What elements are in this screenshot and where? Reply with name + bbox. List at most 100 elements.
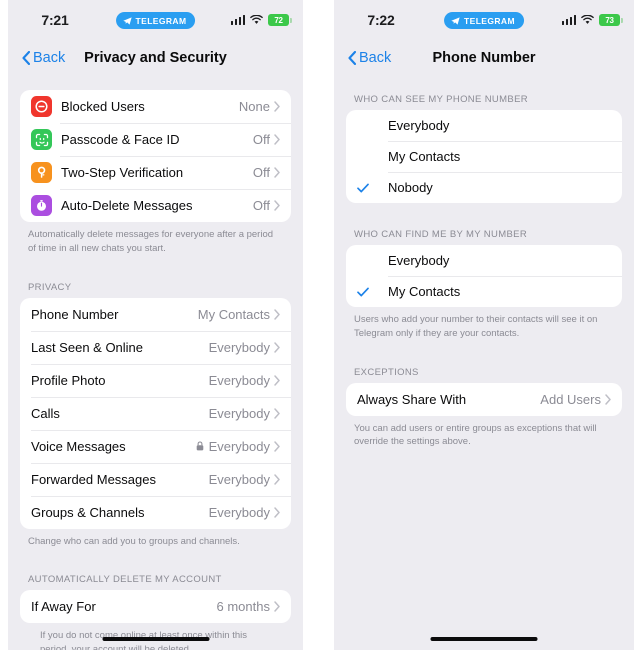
row-label: Groups & Channels (31, 504, 145, 520)
option-label: My Contacts (388, 284, 461, 299)
timer-icon (31, 195, 52, 216)
row-if-away-for[interactable]: If Away For 6 months (20, 590, 291, 623)
chevron-right-icon (605, 393, 611, 405)
screen-phone-number: 7:22 TELEGRAM 73 Back Phone Number WHO C… (334, 0, 634, 650)
row-value: Everybody (208, 504, 270, 520)
chevron-left-icon (348, 51, 356, 65)
paper-plane-icon (451, 16, 460, 25)
row-value: Everybody (208, 339, 270, 355)
telegram-badge-label: TELEGRAM (464, 15, 515, 26)
dual-screenshot-container: 7:21 TELEGRAM 72 Back Privacy and Securi… (0, 0, 642, 658)
option-see-everybody[interactable]: Everybody (346, 110, 622, 141)
option-find-my-contacts[interactable]: My Contacts (346, 276, 622, 307)
back-button-label: Back (33, 50, 66, 66)
battery-level-label: 72 (274, 15, 283, 25)
checkmark-slot (357, 183, 388, 193)
checkmark-icon (357, 183, 369, 192)
row-label: Calls (31, 405, 60, 421)
screen-privacy-and-security: 7:21 TELEGRAM 72 Back Privacy and Securi… (8, 0, 303, 650)
row-value: Everybody (208, 471, 270, 487)
option-find-everybody[interactable]: Everybody (346, 245, 622, 276)
battery-level-label: 73 (605, 15, 614, 25)
row-two-step-verification[interactable]: Two-Step Verification Off (20, 156, 291, 189)
block-icon (31, 96, 52, 117)
option-label: Everybody (388, 118, 450, 133)
option-label: Nobody (388, 180, 433, 195)
chevron-right-icon (274, 341, 280, 353)
privacy-group-footer: Change who can add you to groups and cha… (28, 535, 240, 547)
face-id-glyph (35, 133, 48, 146)
row-value: My Contacts (197, 306, 270, 322)
face-id-icon (31, 129, 52, 150)
chevron-left-icon (22, 51, 30, 65)
row-value: 6 months (216, 599, 270, 615)
row-label: Voice Messages (31, 438, 126, 454)
row-accessory: Everybody (209, 472, 280, 487)
row-voice-messages[interactable]: Voice Messages Everybody (20, 429, 291, 463)
back-button-label: Back (359, 50, 392, 66)
chevron-right-icon (274, 440, 280, 452)
telegram-recording-badge: TELEGRAM (115, 12, 196, 29)
nav-bar-left: Back Privacy and Security (8, 40, 303, 76)
chevron-right-icon (274, 134, 280, 145)
row-accessory: Everybody (209, 406, 280, 421)
row-value: Add Users (540, 391, 601, 407)
stopwatch-glyph (37, 200, 46, 211)
row-label: Phone Number (31, 306, 119, 322)
row-profile-photo[interactable]: Profile Photo Everybody (20, 363, 291, 397)
row-calls[interactable]: Calls Everybody (20, 396, 291, 430)
delete-account-card: If Away For 6 months (20, 590, 291, 624)
row-label: Two-Step Verification (61, 165, 184, 180)
status-bar-right: 7:22 TELEGRAM 73 (334, 0, 634, 40)
back-button[interactable]: Back (348, 50, 391, 66)
row-last-seen-online[interactable]: Last Seen & Online Everybody (20, 330, 291, 364)
status-bar-left: 7:21 TELEGRAM 72 (8, 0, 303, 40)
nav-bar-right: Back Phone Number (334, 40, 634, 76)
chevron-right-icon (274, 473, 280, 485)
option-see-my-contacts[interactable]: My Contacts (346, 141, 622, 172)
row-label: Passcode & Face ID (61, 132, 180, 147)
status-indicators-right: 73 (561, 14, 623, 26)
option-label: Everybody (388, 253, 450, 268)
key-glyph (37, 166, 46, 178)
who-can-see-header: WHO CAN SEE MY PHONE NUMBER (354, 94, 528, 105)
row-forwarded-messages[interactable]: Forwarded Messages Everybody (20, 462, 291, 496)
row-value: Off (252, 198, 270, 213)
row-auto-delete-messages[interactable]: Auto-Delete Messages Off (20, 189, 291, 222)
row-accessory: Everybody (209, 505, 280, 520)
chevron-right-icon (274, 374, 280, 386)
row-phone-number[interactable]: Phone Number My Contacts (20, 298, 291, 331)
settings-scroll-area-right[interactable]: WHO CAN SEE MY PHONE NUMBER Everybody My… (334, 76, 634, 449)
row-always-share-with[interactable]: Always Share With Add Users (346, 383, 622, 416)
row-accessory: Off (253, 132, 280, 147)
who-can-see-options-card: Everybody My Contacts Nobody (346, 110, 622, 203)
security-group-footer: Automatically delete messages for everyo… (28, 229, 274, 254)
row-groups-channels[interactable]: Groups & Channels Everybody (20, 495, 291, 529)
circle-minus-glyph (35, 100, 48, 113)
status-time: 7:21 (41, 12, 69, 28)
row-value: Off (252, 132, 270, 147)
row-accessory: Add Users (540, 392, 611, 407)
privacy-settings-card: Phone Number My Contacts Last Seen & Onl… (20, 297, 291, 529)
battery-indicator: 72 (268, 14, 292, 26)
back-button[interactable]: Back (22, 50, 65, 66)
row-value: Off (252, 165, 270, 180)
checkmark-icon (357, 287, 369, 296)
key-icon (31, 162, 52, 183)
who-can-find-header: WHO CAN FIND ME BY MY NUMBER (354, 229, 528, 240)
option-see-nobody[interactable]: Nobody (346, 172, 622, 203)
settings-scroll-area-left[interactable]: Blocked Users None Passcode & Face ID Of… (8, 76, 303, 650)
row-passcode-face-id[interactable]: Passcode & Face ID Off (20, 123, 291, 156)
wifi-icon (581, 15, 594, 24)
status-indicators-left: 72 (230, 14, 292, 26)
option-label: My Contacts (388, 149, 461, 164)
cellular-signal-icon (561, 15, 576, 25)
row-blocked-users[interactable]: Blocked Users None (20, 90, 291, 123)
chevron-right-icon (274, 308, 280, 320)
row-label: Always Share With (357, 391, 467, 407)
who-can-find-options-card: Everybody My Contacts (346, 245, 622, 307)
row-label: Last Seen & Online (31, 339, 144, 355)
exceptions-footer: You can add users or entire groups as ex… (354, 422, 597, 448)
row-value: None (238, 99, 270, 114)
telegram-badge-label: TELEGRAM (135, 15, 187, 26)
